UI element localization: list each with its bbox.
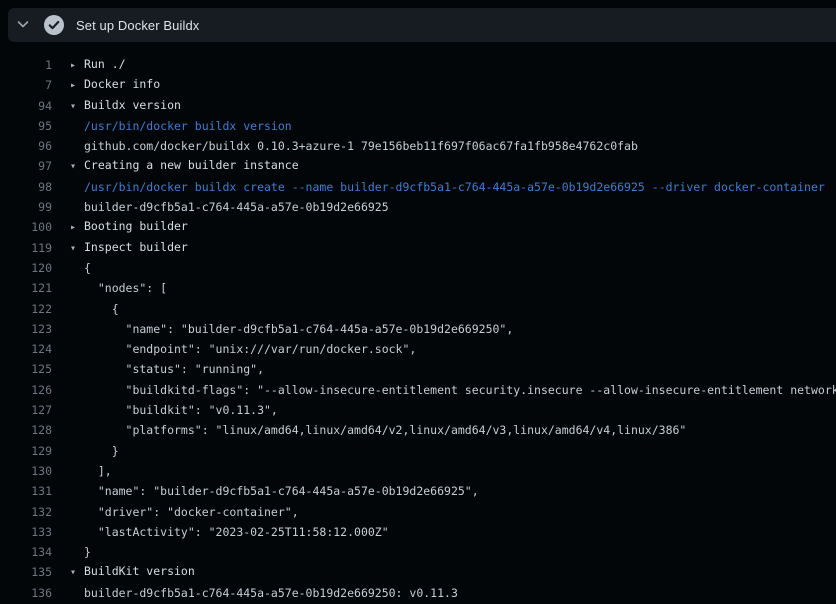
line-number[interactable]: 132 — [0, 502, 52, 522]
log-group-row[interactable]: 100 ▸Booting builder — [0, 217, 836, 237]
group-title: Inspect builder — [84, 240, 188, 254]
group-title: BuildKit version — [84, 564, 195, 578]
log-line: 131 "name": "builder-d9cfb5a1-c764-445a-… — [0, 481, 836, 501]
line-number[interactable]: 96 — [0, 136, 52, 156]
triangle-expanded-icon: ▾ — [70, 97, 84, 117]
log-line: 121 "nodes": [ — [0, 278, 836, 298]
log-line: 95/usr/bin/docker buildx version — [0, 116, 836, 136]
step-header[interactable]: Set up Docker Buildx — [8, 8, 836, 42]
line-number[interactable]: 135 — [0, 562, 52, 582]
log-line: 126 "buildkitd-flags": "--allow-insecure… — [0, 380, 836, 400]
log-line: 99builder-d9cfb5a1-c764-445a-a57e-0b19d2… — [0, 197, 836, 217]
line-number[interactable]: 128 — [0, 420, 52, 440]
log-line: 134} — [0, 542, 836, 562]
line-number[interactable]: 133 — [0, 522, 52, 542]
log-line: 129 } — [0, 441, 836, 461]
group-title: Booting builder — [84, 219, 188, 233]
line-number[interactable]: 124 — [0, 339, 52, 359]
group-title: Run ./ — [84, 57, 126, 71]
output-text: "endpoint": "unix:///var/run/docker.sock… — [52, 339, 416, 359]
log-line: 98/usr/bin/docker buildx create --name b… — [0, 177, 836, 197]
output-text: "status": "running", — [52, 359, 264, 379]
line-number[interactable]: 134 — [0, 542, 52, 562]
chevron-down-icon — [15, 16, 31, 35]
log-line: 133 "lastActivity": "2023-02-25T11:58:12… — [0, 522, 836, 542]
log-line: 127 "buildkit": "v0.11.3", — [0, 400, 836, 420]
log-line: 125 "status": "running", — [0, 359, 836, 379]
output-text: "name": "builder-d9cfb5a1-c764-445a-a57e… — [52, 319, 513, 339]
log-group-row[interactable]: 97 ▾Creating a new builder instance — [0, 156, 836, 176]
log-line: 128 "platforms": "linux/amd64,linux/amd6… — [0, 420, 836, 440]
output-text: ], — [52, 461, 112, 481]
log-line: 96github.com/docker/buildx 0.10.3+azure-… — [0, 136, 836, 156]
triangle-collapsed-icon: ▸ — [70, 218, 84, 238]
line-number[interactable]: 119 — [0, 238, 52, 258]
output-text: "buildkitd-flags": "--allow-insecure-ent… — [52, 380, 836, 400]
check-circle-icon — [44, 15, 64, 35]
log-line: 122 { — [0, 299, 836, 319]
line-number[interactable]: 123 — [0, 319, 52, 339]
output-text: "nodes": [ — [52, 278, 167, 298]
group-title: Buildx version — [84, 98, 181, 112]
output-text: "buildkit": "v0.11.3", — [52, 400, 278, 420]
command-text: /usr/bin/docker buildx create --name bui… — [52, 177, 825, 197]
line-number[interactable]: 120 — [0, 258, 52, 278]
log-line: 132 "driver": "docker-container", — [0, 502, 836, 522]
collapse-step-button[interactable] — [8, 8, 38, 42]
command-text: /usr/bin/docker buildx version — [52, 116, 292, 136]
group-title: Docker info — [84, 77, 160, 91]
line-number[interactable]: 98 — [0, 177, 52, 197]
output-text: } — [52, 542, 91, 562]
log-group-row[interactable]: 135 ▾BuildKit version — [0, 562, 836, 582]
line-number[interactable]: 100 — [0, 217, 52, 237]
line-number[interactable]: 131 — [0, 481, 52, 501]
output-text: github.com/docker/buildx 0.10.3+azure-1 … — [52, 136, 638, 156]
output-text: "lastActivity": "2023-02-25T11:58:12.000… — [52, 522, 389, 542]
line-number[interactable]: 94 — [0, 96, 52, 116]
log-line: 120{ — [0, 258, 836, 278]
line-number[interactable]: 99 — [0, 197, 52, 217]
log-line: 123 "name": "builder-d9cfb5a1-c764-445a-… — [0, 319, 836, 339]
line-number[interactable]: 129 — [0, 441, 52, 461]
log-group-row[interactable]: 119 ▾Inspect builder — [0, 238, 836, 258]
log-group-row[interactable]: 94 ▾Buildx version — [0, 96, 836, 116]
log-lines: 1▸Run ./7▸Docker info94▾Buildx version95… — [0, 42, 836, 604]
line-number[interactable]: 136 — [0, 583, 52, 603]
line-number[interactable]: 121 — [0, 278, 52, 298]
log-line: 130 ], — [0, 461, 836, 481]
line-number[interactable]: 125 — [0, 359, 52, 379]
step-title: Set up Docker Buildx — [76, 18, 199, 33]
line-number[interactable]: 95 — [0, 116, 52, 136]
triangle-expanded-icon: ▾ — [70, 157, 84, 177]
triangle-expanded-icon: ▾ — [70, 563, 84, 583]
line-number[interactable]: 7 — [0, 75, 52, 95]
output-text: builder-d9cfb5a1-c764-445a-a57e-0b19d2e6… — [52, 583, 458, 603]
line-number[interactable]: 97 — [0, 156, 52, 176]
line-number[interactable]: 1 — [0, 55, 52, 75]
triangle-collapsed-icon: ▸ — [70, 56, 84, 76]
actions-log-viewer: Set up Docker Buildx 1▸Run ./7▸Docker in… — [0, 0, 836, 604]
output-text: "driver": "docker-container", — [52, 502, 299, 522]
output-text: "name": "builder-d9cfb5a1-c764-445a-a57e… — [52, 481, 479, 501]
line-number[interactable]: 127 — [0, 400, 52, 420]
output-text: "platforms": "linux/amd64,linux/amd64/v2… — [52, 420, 686, 440]
log-group-row[interactable]: 1 ▸Run ./ — [0, 55, 836, 75]
triangle-collapsed-icon: ▸ — [70, 76, 84, 96]
line-number[interactable]: 130 — [0, 461, 52, 481]
output-text: { — [52, 299, 119, 319]
output-text: builder-d9cfb5a1-c764-445a-a57e-0b19d2e6… — [52, 197, 389, 217]
line-number[interactable]: 122 — [0, 299, 52, 319]
output-text: } — [52, 441, 119, 461]
line-number[interactable]: 126 — [0, 380, 52, 400]
group-title: Creating a new builder instance — [84, 158, 299, 172]
log-group-row[interactable]: 7 ▸Docker info — [0, 75, 836, 95]
log-line: 136builder-d9cfb5a1-c764-445a-a57e-0b19d… — [0, 583, 836, 603]
output-text: { — [52, 258, 91, 278]
triangle-expanded-icon: ▾ — [70, 239, 84, 259]
log-line: 124 "endpoint": "unix:///var/run/docker.… — [0, 339, 836, 359]
